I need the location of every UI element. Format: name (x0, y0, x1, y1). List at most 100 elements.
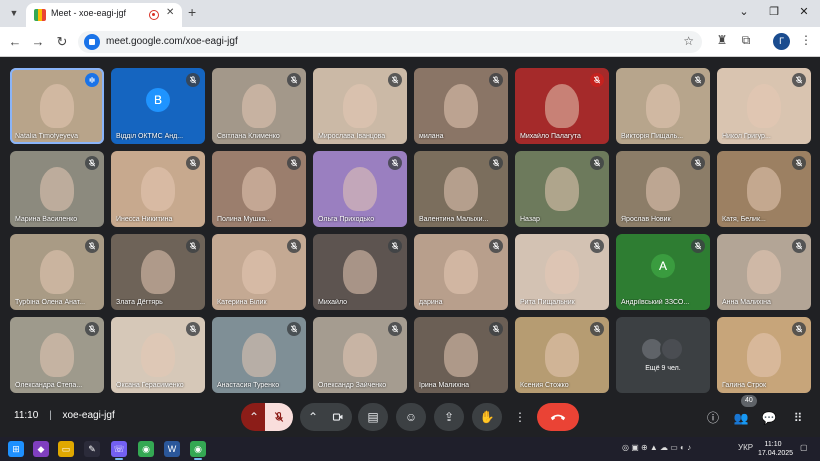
participant-tile[interactable]: Викторія Пищаль... (616, 68, 710, 144)
mic-muted-icon (590, 239, 604, 253)
copilot-icon[interactable]: ◆ (33, 441, 49, 457)
participant-tile[interactable]: Инесса Никитина (111, 151, 205, 227)
chat-icon[interactable]: 💬 (759, 408, 779, 428)
meeting-time: 11:10 (14, 410, 39, 421)
participant-tile[interactable]: Світлана Клименко (212, 68, 306, 144)
emoji-reactions-button[interactable]: ☺ (396, 403, 426, 431)
participant-name: Валентина Малыхи... (419, 216, 489, 223)
participant-name: милана (419, 133, 444, 140)
window-minimize-icon[interactable]: ⌄ (734, 5, 754, 18)
participant-tile[interactable]: Анна Малихіна (717, 234, 811, 310)
captions-button[interactable]: ▤ (358, 403, 388, 431)
window-close-icon[interactable]: ✕ (794, 5, 814, 18)
profile-avatar[interactable]: Г (773, 33, 790, 50)
bookmark-star-icon[interactable]: ☆ (683, 34, 694, 48)
participant-tile[interactable]: A Андріївський ЗЗСО... (616, 234, 710, 310)
participant-tile[interactable]: дарина (414, 234, 508, 310)
camera-options-chevron-icon[interactable]: ⌃ (300, 403, 326, 431)
tab-close-icon[interactable]: ✕ (166, 7, 174, 18)
participant-tile[interactable]: Михайло Палагута (515, 68, 609, 144)
participant-video (242, 250, 276, 294)
back-icon[interactable]: ← (6, 33, 24, 51)
participant-name: Инесса Никитина (116, 216, 173, 223)
participant-name: Олександра Степа... (15, 382, 83, 389)
chrome-active-icon[interactable]: ◉ (190, 441, 206, 460)
forward-icon[interactable]: → (29, 33, 47, 51)
activities-grid-icon[interactable]: ⠿ (788, 408, 808, 428)
reload-icon[interactable]: ↻ (53, 33, 71, 51)
browser-tab[interactable]: Meet - xoe-eagi-jgf ✕ (26, 3, 182, 27)
window-restore-icon[interactable]: ❐ (764, 5, 784, 18)
more-participants-tile[interactable]: Ещё 9 чел. (616, 317, 710, 393)
file-explorer-icon[interactable]: ▭ (58, 441, 74, 457)
participant-tile[interactable]: Турбіна Олена Анат... (10, 234, 104, 310)
pen-app-icon[interactable]: ✎ (84, 441, 100, 457)
participant-tile[interactable]: Ярослав Новик (616, 151, 710, 227)
tab-search-icon[interactable]: ▼ (6, 5, 22, 21)
site-info-icon[interactable] (84, 34, 100, 50)
participant-tile[interactable]: Natalia Timofyeyeva (10, 68, 104, 144)
participant-tile[interactable]: Полина Мушка... (212, 151, 306, 227)
participant-video (545, 333, 579, 377)
participant-name: Ярослав Новик (621, 216, 671, 223)
participant-tile[interactable]: Галина Строк (717, 317, 811, 393)
new-tab-icon[interactable]: + (188, 4, 196, 20)
mic-muted-icon (792, 322, 806, 336)
windows-start-icon[interactable]: ⊞ (8, 441, 24, 457)
participant-tile[interactable]: Ірина Малихіна (414, 317, 508, 393)
raise-hand-button[interactable]: ✋ (472, 403, 502, 431)
participant-video (141, 167, 175, 211)
tray-apps-icons[interactable]: ◎ ▣ ⊕ ▲ ☁ ▭ ◐ ♪ (622, 443, 691, 452)
mic-options-chevron-icon[interactable]: ⌃ (241, 403, 267, 431)
participant-tile[interactable]: милана (414, 68, 508, 144)
mic-muted-icon (489, 239, 503, 253)
url-text[interactable]: meet.google.com/xoe-eagi-jgf (106, 36, 238, 47)
participant-tile[interactable]: Ольга Приходько (313, 151, 407, 227)
notifications-icon[interactable]: ▢ (800, 443, 808, 452)
participant-tile[interactable]: Михайло (313, 234, 407, 310)
participant-tile[interactable]: Валентина Малыхи... (414, 151, 508, 227)
participant-tile[interactable]: Ксения Стожко (515, 317, 609, 393)
participant-name: Катерина Білик (217, 299, 267, 306)
mic-muted-icon (287, 239, 301, 253)
more-options-icon[interactable]: ⋮ (510, 403, 530, 431)
input-language[interactable]: УКР (738, 443, 753, 452)
participant-tile[interactable]: Никол Григур... (717, 68, 811, 144)
participant-name: дарина (419, 299, 443, 306)
participant-video (343, 84, 377, 128)
participant-tile[interactable]: Марина Василенко (10, 151, 104, 227)
camera-toggle-button[interactable] (324, 403, 352, 431)
participant-video (444, 167, 478, 211)
participant-video (444, 250, 478, 294)
mic-off-icon (274, 411, 284, 422)
participant-tile[interactable]: Олександр Зайченко (313, 317, 407, 393)
extension-icon[interactable]: ♜ (713, 33, 731, 47)
word-icon[interactable]: W (164, 441, 180, 457)
mic-toggle-button[interactable] (265, 403, 293, 431)
participant-tile[interactable]: Анастасия Туренко (212, 317, 306, 393)
viber-icon[interactable]: ☏ (111, 441, 127, 460)
participant-tile[interactable]: Катерина Білик (212, 234, 306, 310)
participant-tile[interactable]: Рита Пищальник (515, 234, 609, 310)
participant-tile[interactable]: Злата Дёгтярь (111, 234, 205, 310)
people-icon[interactable]: 👥 (731, 408, 751, 428)
browser-menu-icon[interactable]: ⋮ (797, 33, 815, 47)
meeting-details-icon[interactable]: ⓘ (703, 408, 723, 428)
taskbar-clock[interactable]: 11:10 17.04.2025 (758, 440, 793, 458)
participant-tile[interactable]: Оксана Герасименко (111, 317, 205, 393)
present-screen-button[interactable]: ⇪ (434, 403, 464, 431)
extensions-puzzle-icon[interactable]: ⧉ (737, 33, 755, 48)
more-participants-label: Ещё 9 чел. (645, 365, 681, 372)
participant-name: Ксения Стожко (520, 382, 569, 389)
participant-tile[interactable]: Катя, Белик... (717, 151, 811, 227)
participant-tile[interactable]: Назар (515, 151, 609, 227)
chrome-icon[interactable]: ◉ (138, 441, 154, 457)
address-bar[interactable]: meet.google.com/xoe-eagi-jgf ☆ (78, 31, 702, 53)
participant-tile[interactable]: Мирослава Іванцова (313, 68, 407, 144)
mic-muted-icon (85, 156, 99, 170)
mic-muted-icon (792, 239, 806, 253)
leave-call-button[interactable] (537, 403, 579, 431)
participant-tile[interactable]: Олександра Степа... (10, 317, 104, 393)
participant-name: Михайло (318, 299, 348, 306)
participant-tile[interactable]: В Відділ ОКТМС Анд... (111, 68, 205, 144)
